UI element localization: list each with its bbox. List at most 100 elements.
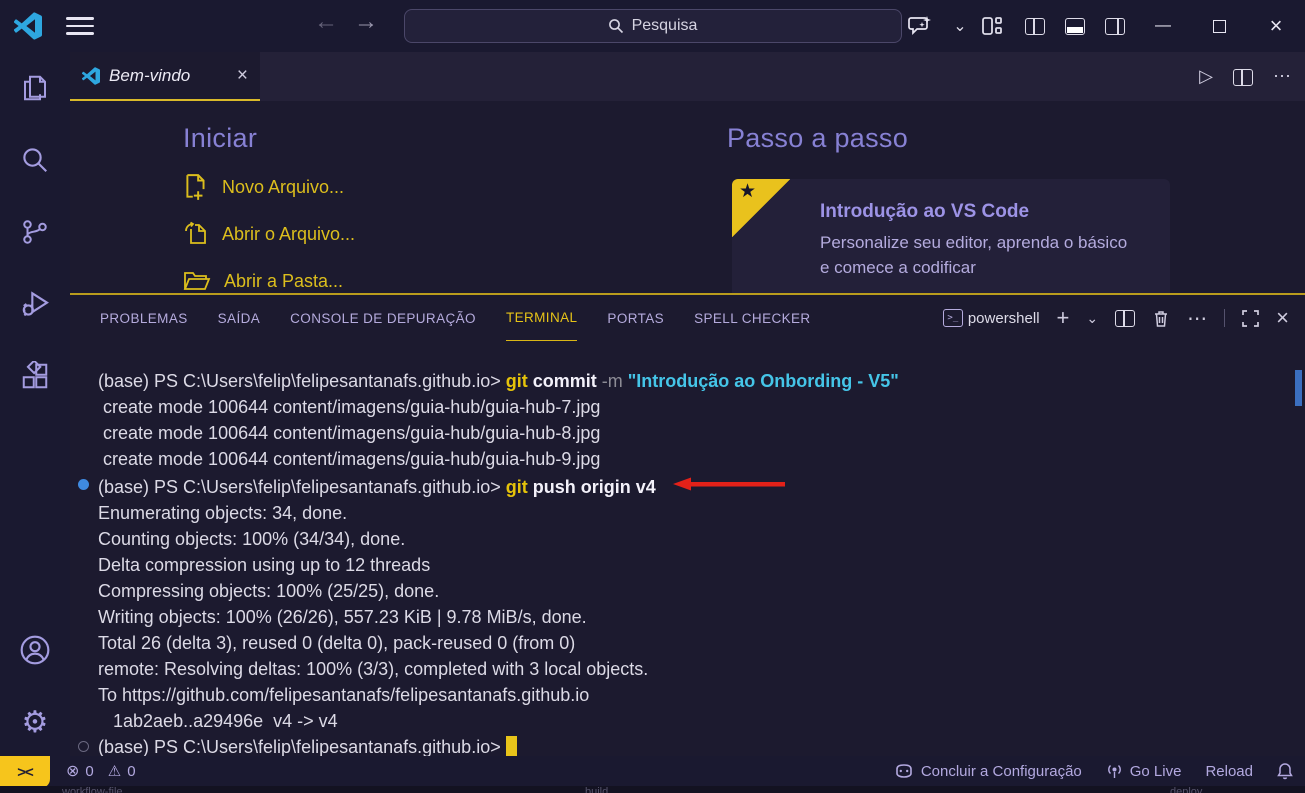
window-minimize-button[interactable]: —	[1135, 0, 1191, 52]
panel-tab-problemas[interactable]: PROBLEMAS	[100, 295, 188, 341]
kill-terminal-icon[interactable]	[1152, 309, 1170, 328]
terminal-line: (base) PS C:\Users\felip\felipesantanafs…	[98, 472, 1291, 500]
divider	[1224, 309, 1225, 327]
terminal-line: To https://github.com/felipesantanafs/fe…	[98, 682, 1291, 708]
terminal-output[interactable]: (base) PS C:\Users\felip\felipesantanafs…	[70, 368, 1291, 756]
welcome-page: Iniciar Novo Arquivo... Abrir o Arquivo.…	[70, 101, 1305, 293]
panel-tab-spell-checker[interactable]: SPELL CHECKER	[694, 295, 811, 341]
terminal-instance-powershell[interactable]: >_ powershell	[943, 309, 1040, 327]
forward-icon[interactable]: →	[354, 8, 378, 36]
notifications-bell-icon[interactable]	[1277, 762, 1293, 780]
featured-ribbon: ★	[732, 179, 790, 237]
editor-more-actions-icon[interactable]: ⋯	[1273, 66, 1291, 87]
start-link-label: Abrir o Arquivo...	[222, 224, 355, 245]
terminal-icon: >_	[943, 309, 963, 327]
reload-label: Reload	[1205, 763, 1253, 780]
command-decoration-icon[interactable]	[78, 479, 89, 490]
search-sidebar-icon[interactable]	[0, 136, 70, 184]
background-window-strip: workflow-file build deploy	[0, 786, 1305, 793]
terminal-line: create mode 100644 content/imagens/guia-…	[98, 420, 1291, 446]
editor-tab-bar: Bem-vindo × ▷ ⋯	[70, 52, 1305, 101]
terminal-line: create mode 100644 content/imagens/guia-…	[98, 394, 1291, 420]
background-fragment: build	[585, 786, 608, 793]
finish-setup-label: Concluir a Configuração	[921, 763, 1082, 780]
tab-close-icon[interactable]: ×	[237, 65, 248, 87]
new-file-icon	[183, 173, 209, 201]
error-icon: ⊗	[66, 761, 79, 781]
walkthrough-card[interactable]: ★ Introdução ao VS Code Personalize seu …	[732, 179, 1170, 293]
walkthrough-title: Introdução ao VS Code	[820, 201, 1170, 223]
maximize-panel-icon[interactable]	[1242, 310, 1259, 327]
remote-indicator[interactable]: ><	[0, 756, 50, 788]
open-file-link[interactable]: Abrir o Arquivo...	[183, 220, 355, 248]
terminal-scrollbar[interactable]	[1295, 370, 1302, 406]
terminal-line: 1ab2aeb..a29496e v4 -> v4	[98, 708, 1291, 734]
panel-tab-portas[interactable]: PORTAS	[607, 295, 664, 341]
warning-count: 0	[127, 763, 135, 780]
close-panel-icon[interactable]: ×	[1276, 305, 1289, 331]
vscode-logo-icon	[14, 12, 42, 40]
terminal-line: Counting objects: 100% (34/34), done.	[98, 526, 1291, 552]
terminal-dropdown-icon[interactable]: ⌄	[1086, 310, 1098, 327]
terminal-instance-label: powershell	[968, 310, 1040, 327]
go-live-button[interactable]: Go Live	[1106, 763, 1182, 780]
annotation-arrow-icon	[673, 472, 785, 498]
panel-tab-strip: PROBLEMAS SAÍDA CONSOLE DE DEPURAÇÃO TERMIN…	[100, 295, 811, 341]
terminal-line: Compressing objects: 100% (25/25), done.	[98, 578, 1291, 604]
explorer-icon[interactable]	[0, 64, 70, 112]
start-heading: Iniciar	[183, 123, 355, 154]
run-debug-icon[interactable]	[0, 280, 70, 328]
warning-icon: ⚠	[108, 762, 121, 780]
reload-button[interactable]: Reload	[1205, 763, 1253, 780]
open-folder-link[interactable]: Abrir a Pasta...	[183, 267, 355, 293]
extensions-icon[interactable]	[0, 352, 70, 400]
copilot-chat-icon[interactable]	[893, 0, 949, 52]
start-link-label: Abrir a Pasta...	[224, 271, 343, 292]
terminal-cursor	[506, 736, 517, 757]
walkthrough-description: Personalize seu editor, aprenda o básico…	[820, 231, 1140, 280]
run-file-icon[interactable]: ▷	[1199, 66, 1213, 87]
split-terminal-icon[interactable]	[1115, 310, 1135, 327]
status-bar: >< ⊗ 0 ⚠ 0 Concluir a Configuração Go Li…	[0, 756, 1305, 786]
panel-tab-console-de-depura-o[interactable]: CONSOLE DE DEPURAÇÃO	[290, 295, 476, 341]
toggle-panel-icon[interactable]	[1055, 0, 1095, 52]
new-file-link[interactable]: Novo Arquivo...	[183, 173, 355, 201]
background-fragment: deploy	[1170, 786, 1202, 793]
panel-more-actions-icon[interactable]: ⋯	[1187, 306, 1207, 331]
window-close-button[interactable]: ×	[1247, 0, 1305, 52]
search-icon	[608, 18, 624, 34]
broadcast-icon	[1106, 763, 1123, 779]
problems-status[interactable]: ⊗ 0 ⚠ 0	[66, 756, 144, 786]
window-maximize-button[interactable]	[1191, 0, 1247, 52]
background-fragment: workflow-file	[62, 786, 123, 793]
copilot-icon	[894, 764, 914, 778]
back-icon[interactable]: ←	[314, 8, 338, 36]
panel-tab-sa-da[interactable]: SAÍDA	[218, 295, 261, 341]
customize-layout-icon[interactable]	[971, 0, 1015, 52]
activity-bar: ⚙	[0, 52, 70, 756]
terminal-line: (base) PS C:\Users\felip\felipesantanafs…	[98, 368, 1291, 394]
command-decoration-icon[interactable]	[78, 741, 89, 752]
source-control-icon[interactable]	[0, 208, 70, 256]
terminal-line: Total 26 (delta 3), reused 0 (delta 0), …	[98, 630, 1291, 656]
start-link-label: Novo Arquivo...	[222, 177, 344, 198]
menu-icon[interactable]	[66, 17, 94, 35]
toggle-secondary-sidebar-icon[interactable]	[1095, 0, 1135, 52]
terminal-line: remote: Resolving deltas: 100% (3/3), co…	[98, 656, 1291, 682]
toggle-primary-sidebar-icon[interactable]	[1015, 0, 1055, 52]
settings-gear-icon[interactable]: ⚙	[0, 698, 70, 746]
finish-setup-button[interactable]: Concluir a Configuração	[894, 763, 1082, 780]
new-terminal-icon[interactable]: +	[1057, 305, 1070, 331]
star-icon: ★	[739, 180, 756, 203]
chevron-down-icon[interactable]: ⌄	[949, 0, 971, 52]
open-folder-icon	[183, 268, 211, 293]
terminal-line: Enumerating objects: 34, done.	[98, 500, 1291, 526]
tab-bem-vindo[interactable]: Bem-vindo ×	[70, 52, 260, 101]
error-count: 0	[85, 763, 93, 780]
panel-tab-terminal[interactable]: TERMINAL	[506, 295, 577, 341]
split-editor-icon[interactable]	[1233, 66, 1253, 87]
title-bar: ← → Pesquisa ⌄ — ×	[0, 0, 1305, 52]
account-icon[interactable]	[0, 626, 70, 674]
search-input[interactable]: Pesquisa	[404, 9, 902, 43]
walkthroughs-heading: Passo a passo	[727, 123, 1247, 154]
